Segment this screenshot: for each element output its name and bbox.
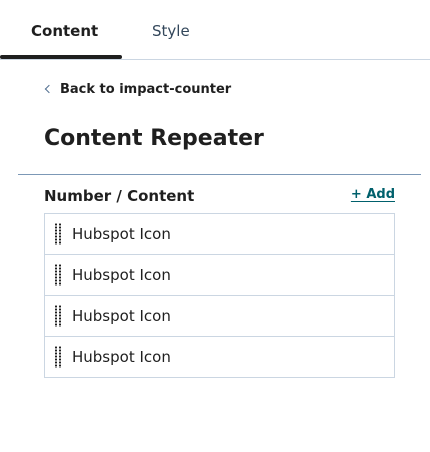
- repeater-item-list: Hubspot Icon Hubspot Icon Hubspot Icon H…: [44, 213, 395, 378]
- back-link[interactable]: Back to impact-counter: [44, 80, 231, 98]
- list-item[interactable]: Hubspot Icon: [45, 337, 394, 377]
- page-title: Content Repeater: [44, 126, 264, 151]
- list-item[interactable]: Hubspot Icon: [45, 255, 394, 296]
- drag-handle-icon[interactable]: [54, 223, 62, 245]
- drag-handle-icon[interactable]: [54, 264, 62, 286]
- drag-handle-icon[interactable]: [54, 346, 62, 368]
- content-repeater-panel: Content Style Back to impact-counter Con…: [0, 0, 430, 452]
- drag-handle-icon[interactable]: [54, 305, 62, 327]
- chevron-left-icon: [44, 84, 54, 94]
- section-label: Number / Content: [44, 187, 195, 205]
- active-tab-indicator: [0, 55, 122, 59]
- list-item-label: Hubspot Icon: [72, 348, 171, 366]
- list-item-label: Hubspot Icon: [72, 266, 171, 284]
- tab-bar: Content Style: [0, 0, 430, 60]
- list-item-label: Hubspot Icon: [72, 307, 171, 325]
- list-item-label: Hubspot Icon: [72, 225, 171, 243]
- back-link-label: Back to impact-counter: [60, 81, 232, 97]
- list-item[interactable]: Hubspot Icon: [45, 214, 394, 255]
- divider: [18, 174, 421, 175]
- add-item-button[interactable]: + Add: [351, 187, 395, 202]
- tab-style[interactable]: Style: [152, 20, 190, 42]
- list-item[interactable]: Hubspot Icon: [45, 296, 394, 337]
- tab-content[interactable]: Content: [31, 20, 98, 42]
